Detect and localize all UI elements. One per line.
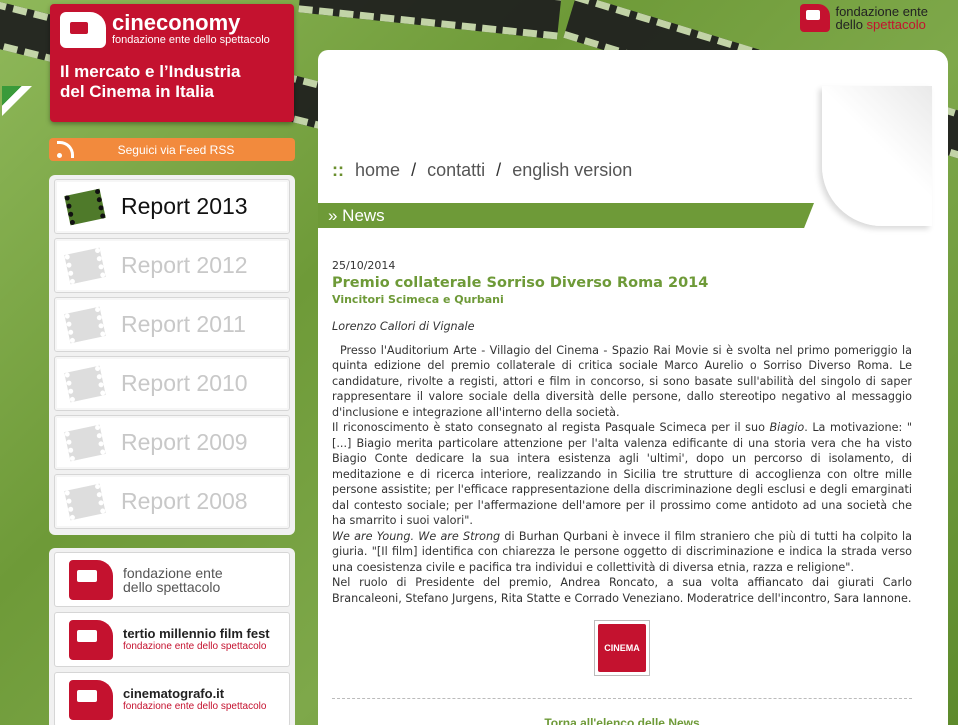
article-title: Premio collaterale Sorriso Diverso Roma …: [332, 274, 709, 291]
film-icon: [64, 483, 106, 520]
partner-label: dello spettacolo: [123, 579, 221, 595]
page-curl-decoration: [822, 86, 932, 226]
film-icon: [64, 365, 106, 402]
brand-tagline: Il mercato e l’Industria: [60, 62, 241, 81]
rss-feed-button[interactable]: Seguici via Feed RSS: [49, 138, 295, 161]
brand-tagline: del Cinema in Italia: [60, 82, 214, 101]
fondazione-logo-icon: [69, 679, 113, 720]
fondazione-logo-icon: [69, 619, 113, 660]
fondazione-logo-icon: [800, 4, 831, 32]
logo-line: dello: [835, 17, 867, 32]
brand-logo[interactable]: cineconomy fondazione ente dello spettac…: [50, 4, 294, 122]
article-paragraph: Presso l'Auditorium Arte - Villagio del …: [332, 343, 912, 419]
section-title: » News: [318, 203, 814, 228]
rss-icon: [57, 140, 77, 158]
nav-contatti-link[interactable]: contatti: [427, 160, 485, 180]
top-navigation: :: home / contatti / english version: [332, 160, 632, 181]
partner-label: tertio millennio film fest: [123, 626, 270, 641]
film-icon: [64, 306, 106, 343]
logo-line: spettacolo: [866, 17, 926, 32]
divider: [332, 698, 912, 699]
film-title: Biagio: [769, 421, 805, 434]
partner-cinematografo-link[interactable]: cinematografo.it fondazione ente dello s…: [54, 672, 290, 725]
fondazione-logo[interactable]: fondazione ente dello spettacolo: [800, 4, 928, 32]
nav-prefix: ::: [332, 160, 344, 180]
report-2009-button[interactable]: Report 2009: [54, 415, 290, 470]
nav-separator: /: [496, 160, 502, 180]
festival-logo-text: CINEMA: [598, 624, 646, 672]
partner-fondazione-link[interactable]: fondazione ente dello spettacolo: [54, 552, 290, 607]
article-paragraph: Il riconoscimento è stato consegnato al …: [332, 420, 912, 529]
partner-label: fondazione ente dello spettacolo: [123, 701, 267, 712]
partners-menu: fondazione ente dello spettacolo tertio …: [49, 548, 295, 725]
film-strip-decoration: [298, 0, 562, 40]
nav-home-link[interactable]: home: [355, 160, 400, 180]
report-label: Report 2010: [121, 370, 248, 396]
article-paragraph: We are Young. We are Strong di Burhan Qu…: [332, 529, 912, 576]
report-2008-button[interactable]: Report 2008: [54, 474, 290, 529]
film-icon: [64, 424, 106, 461]
italian-flag-icon: [2, 86, 32, 116]
partner-label: cinematografo.it: [123, 686, 225, 701]
report-label: Report 2009: [121, 429, 248, 455]
report-label: Report 2013: [121, 193, 248, 219]
article-text: . La motivazione: "[...] Biagio merita p…: [332, 421, 912, 527]
report-2012-button[interactable]: Report 2012: [54, 238, 290, 293]
film-icon: [64, 188, 106, 225]
back-to-news-link[interactable]: Torna all'elenco delle News: [332, 716, 912, 725]
article-date: 25/10/2014: [332, 259, 396, 272]
article-text: Il riconoscimento è stato consegnato al …: [332, 421, 770, 434]
news-article: 25/10/2014 Premio collaterale Sorriso Di…: [332, 258, 912, 606]
partner-label: fondazione ente dello spettacolo: [123, 641, 267, 652]
brand-sub: fondazione ente dello spettacolo: [112, 34, 270, 46]
film-icon: [64, 247, 106, 284]
brand-name: cineconomy: [112, 10, 241, 35]
report-2010-button[interactable]: Report 2010: [54, 356, 290, 411]
report-2013-button[interactable]: Report 2013: [54, 179, 290, 234]
article-subtitle: Vincitori Scimeca e Qurbani: [332, 292, 504, 306]
partner-tertio-millennio-link[interactable]: tertio millennio film fest fondazione en…: [54, 612, 290, 667]
rss-label: Seguici via Feed RSS: [117, 142, 235, 157]
report-label: Report 2011: [121, 311, 246, 337]
cineconomy-logo-icon: [60, 12, 106, 48]
festival-logo[interactable]: CINEMA: [594, 620, 650, 676]
article-author: Lorenzo Callori di Vignale: [332, 320, 475, 333]
article-paragraph: Nel ruolo di Presidente del premio, Andr…: [332, 576, 912, 605]
fondazione-logo-icon: [69, 559, 113, 600]
nav-separator: /: [411, 160, 417, 180]
film-title: We are Young. We are Strong: [332, 529, 501, 543]
report-label: Report 2008: [121, 488, 248, 514]
report-label: Report 2012: [121, 252, 248, 278]
report-2011-button[interactable]: Report 2011: [54, 297, 290, 352]
reports-menu: Report 2013 Report 2012 Report 2011 Repo…: [49, 175, 295, 535]
nav-english-link[interactable]: english version: [512, 160, 632, 180]
